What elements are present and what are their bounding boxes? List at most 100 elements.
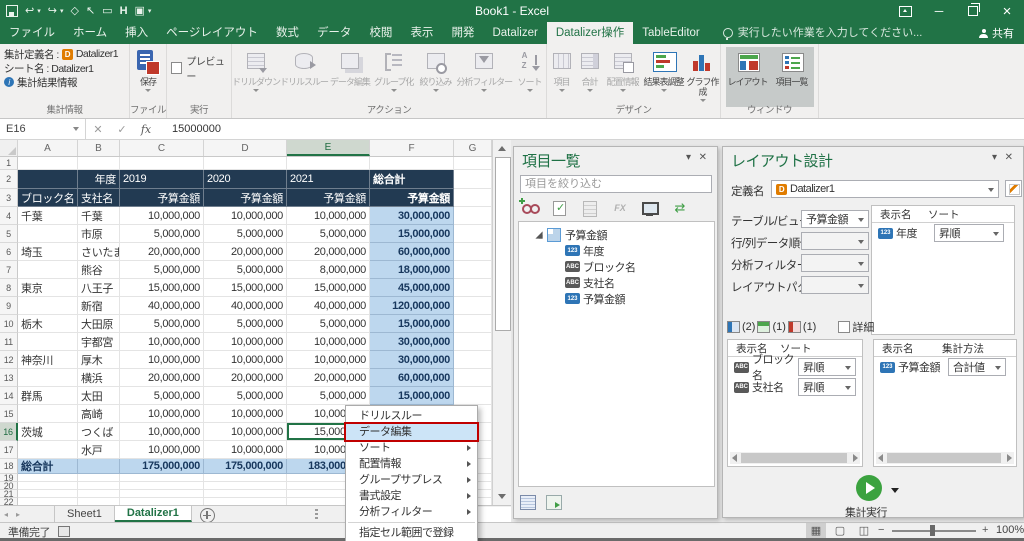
vertical-scrollbar[interactable] (492, 140, 511, 505)
row-header-18[interactable]: 18 (0, 459, 18, 474)
tab-tableeditor[interactable]: TableEditor (633, 22, 709, 44)
list-item[interactable]: 123 年度 昇順 (872, 223, 1014, 243)
cell-A8[interactable]: 東京 (18, 279, 78, 297)
cell-D11[interactable]: 10,000,000 (204, 333, 287, 351)
panel-menu-icon[interactable]: ▾ (992, 153, 997, 163)
row-header-7[interactable]: 7 (0, 261, 18, 279)
cell-C8[interactable]: 15,000,000 (120, 279, 204, 297)
row-header-9[interactable]: 9 (0, 297, 18, 315)
cell-F9[interactable]: 120,000,000 (370, 297, 454, 315)
calculator-icon[interactable] (581, 200, 599, 216)
enter-icon[interactable]: ✓ (110, 123, 134, 136)
column-area-icon[interactable] (757, 321, 770, 333)
search-items-icon[interactable] (521, 200, 539, 216)
column-header-g[interactable]: G (454, 140, 492, 156)
menu-item-analysis-filter[interactable]: 分析フィルター (346, 504, 477, 520)
cell-D4[interactable]: 10,000,000 (204, 207, 287, 225)
cell-A12[interactable]: 神奈川 (18, 351, 78, 369)
scroll-thumb[interactable] (887, 453, 1001, 463)
cell-F5[interactable]: 15,000,000 (370, 225, 454, 243)
cell-A20[interactable] (18, 482, 78, 490)
minimize-button[interactable]: ─ (922, 0, 956, 22)
cell-D10[interactable]: 5,000,000 (204, 315, 287, 333)
grid-tool-icon[interactable] (520, 495, 536, 510)
close-button[interactable]: × (990, 0, 1024, 22)
cell-A16[interactable]: 茨城 (18, 423, 78, 441)
scroll-up-icon[interactable] (498, 146, 506, 151)
refresh-icon[interactable]: ⇄ (671, 200, 689, 216)
menu-item-format[interactable]: 書式設定 (346, 488, 477, 504)
cell-B15[interactable]: 高崎 (78, 405, 120, 423)
placement-info-button[interactable]: 配置情報 (604, 47, 642, 107)
cell-D16[interactable]: 10,000,000 (204, 423, 287, 441)
list-item[interactable]: 123 予算金額 合計値 (874, 357, 1016, 377)
zoom-slider-thumb[interactable] (930, 525, 935, 536)
cell-D19[interactable] (204, 474, 287, 482)
zoom-out-icon[interactable]: − (878, 524, 884, 536)
cell-B12[interactable]: 厚木 (78, 351, 120, 369)
tab-bar-splitter[interactable] (315, 509, 318, 520)
cell-E14[interactable]: 5,000,000 (287, 387, 370, 405)
cell-G7[interactable] (454, 261, 492, 279)
cell-D17[interactable]: 10,000,000 (204, 441, 287, 459)
cell-D8[interactable]: 15,000,000 (204, 279, 287, 297)
tree-root-item[interactable]: 予算金額 (533, 227, 607, 242)
monitor-icon[interactable] (641, 200, 659, 216)
cell-F4[interactable]: 30,000,000 (370, 207, 454, 225)
share-button[interactable]: 共有 (979, 22, 1014, 44)
cell-E12[interactable]: 10,000,000 (287, 351, 370, 369)
row-header-4[interactable]: 4 (0, 207, 18, 225)
items-button[interactable]: 項目 (548, 47, 576, 107)
panel-close-icon[interactable]: ✕ (1005, 153, 1013, 163)
cell-F8[interactable]: 45,000,000 (370, 279, 454, 297)
cell-D2[interactable]: 2020 (204, 170, 287, 189)
run-options-icon[interactable] (891, 488, 899, 493)
formula-value[interactable]: 15000000 (172, 123, 221, 135)
tab-file[interactable]: ファイル (0, 22, 64, 44)
tree-item-block[interactable]: ABC ブロック名 (559, 259, 636, 274)
tab-page-layout[interactable]: ページレイアウト (157, 22, 267, 44)
cell-B6[interactable]: さいたま (78, 243, 120, 261)
row-col-order-combo[interactable] (801, 232, 869, 250)
scroll-left-icon[interactable] (732, 454, 737, 462)
horizontal-scroll-track[interactable] (476, 507, 511, 522)
cell-C4[interactable]: 10,000,000 (120, 207, 204, 225)
cell-E10[interactable]: 5,000,000 (287, 315, 370, 333)
create-chart-button[interactable]: グラフ作成 (686, 47, 720, 107)
menu-item-group-suppress[interactable]: グループサプレス (346, 472, 477, 488)
panel-menu-icon[interactable]: ▾ (686, 153, 691, 163)
grouping-button[interactable]: グループ化 (372, 47, 416, 107)
sort-button[interactable]: AZ ソート (513, 47, 546, 107)
edit-definition-button[interactable] (1005, 180, 1022, 197)
row-header-2[interactable]: 2 (0, 170, 18, 189)
row-header-17[interactable]: 17 (0, 441, 18, 459)
cell-D12[interactable]: 10,000,000 (204, 351, 287, 369)
cell-C17[interactable]: 10,000,000 (120, 441, 204, 459)
export-tool-icon[interactable] (546, 495, 562, 510)
cell-B3[interactable]: 支社名 (78, 189, 120, 207)
name-box[interactable]: E16 (0, 119, 86, 139)
cell-A19[interactable] (18, 474, 78, 482)
detail-checkbox[interactable] (838, 321, 850, 333)
select-all-corner[interactable] (0, 140, 18, 156)
macro-record-icon[interactable] (58, 526, 70, 537)
row-header-14[interactable]: 14 (0, 387, 18, 405)
cell-B17[interactable]: 水戸 (78, 441, 120, 459)
cell-A18[interactable]: 総合計 (18, 459, 78, 474)
cell-F3[interactable]: 予算金額 (370, 189, 454, 207)
cell-A17[interactable] (18, 441, 78, 459)
cell-B8[interactable]: 八王子 (78, 279, 120, 297)
cell-E8[interactable]: 15,000,000 (287, 279, 370, 297)
cell-A13[interactable] (18, 369, 78, 387)
cell-D6[interactable]: 20,000,000 (204, 243, 287, 261)
drillthrough-button[interactable]: ドリルスルー (280, 47, 328, 107)
cell-E4[interactable]: 10,000,000 (287, 207, 370, 225)
cell-A14[interactable]: 群馬 (18, 387, 78, 405)
column-header-b[interactable]: B (78, 140, 120, 156)
cell-D13[interactable]: 20,000,000 (204, 369, 287, 387)
menu-item-register-range[interactable]: 指定セル範囲で登録 (346, 525, 477, 541)
item-list-toggle-button[interactable]: 項目一覧 (770, 47, 814, 107)
cell-C21[interactable] (120, 490, 204, 498)
menu-item-data-edit[interactable]: データ編集 (346, 424, 477, 440)
formula-fx-icon[interactable]: FX (611, 200, 629, 216)
